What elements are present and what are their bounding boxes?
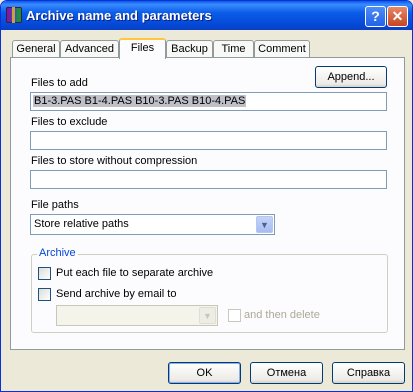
file-paths-value: Store relative paths xyxy=(34,218,129,230)
chevron-down-icon[interactable]: ▼ xyxy=(256,216,273,233)
window-title: Archive name and parameters xyxy=(26,8,212,23)
files-to-exclude-label: Files to exclude xyxy=(31,116,108,128)
winrar-icon xyxy=(6,7,22,23)
files-to-add-label: Files to add xyxy=(31,77,88,89)
file-paths-select[interactable]: Store relative paths ▼ xyxy=(30,214,275,235)
archive-group-title: Archive xyxy=(37,247,78,259)
tab-advanced[interactable]: Advanced xyxy=(60,40,119,58)
ok-button[interactable]: OK xyxy=(168,362,241,384)
chevron-down-icon[interactable]: ▼ xyxy=(199,307,216,324)
file-paths-label: File paths xyxy=(31,199,79,211)
tab-backup[interactable]: Backup xyxy=(166,40,213,58)
dialog-window: Archive name and parameters ? ✕ General … xyxy=(0,0,413,392)
send-email-label: Send archive by email to xyxy=(56,288,177,300)
email-recipient-select[interactable]: ▼ xyxy=(56,305,218,326)
cancel-button[interactable]: Отмена xyxy=(250,362,323,384)
then-delete-checkbox[interactable] xyxy=(228,309,241,322)
separate-archive-label: Put each file to separate archive xyxy=(56,267,214,279)
files-no-compression-field[interactable] xyxy=(30,170,387,189)
tab-time[interactable]: Time xyxy=(213,40,254,58)
tab-general[interactable]: General xyxy=(12,40,60,58)
close-button[interactable]: ✕ xyxy=(387,6,408,27)
send-email-checkbox[interactable] xyxy=(38,288,51,301)
title-bar[interactable]: Archive name and parameters ? ✕ xyxy=(1,1,412,30)
help-button[interactable]: Справка xyxy=(332,362,405,384)
tab-files[interactable]: Files xyxy=(119,38,166,59)
separate-archive-checkbox[interactable] xyxy=(38,267,51,280)
then-delete-label: and then delete xyxy=(244,309,320,321)
files-tab-panel: Files to add Append... B1-3.PAS B1-4.PAS… xyxy=(10,57,405,350)
append-button[interactable]: Append... xyxy=(315,66,387,88)
files-to-add-field[interactable]: B1-3.PAS B1-4.PAS B10-3.PAS B10-4.PAS xyxy=(30,92,387,111)
files-to-add-value: B1-3.PAS B1-4.PAS B10-3.PAS B10-4.PAS xyxy=(33,95,247,107)
help-title-button[interactable]: ? xyxy=(365,6,386,27)
files-no-compression-label: Files to store without compression xyxy=(31,155,198,167)
files-to-exclude-field[interactable] xyxy=(30,131,387,150)
tab-comment[interactable]: Comment xyxy=(254,40,310,58)
